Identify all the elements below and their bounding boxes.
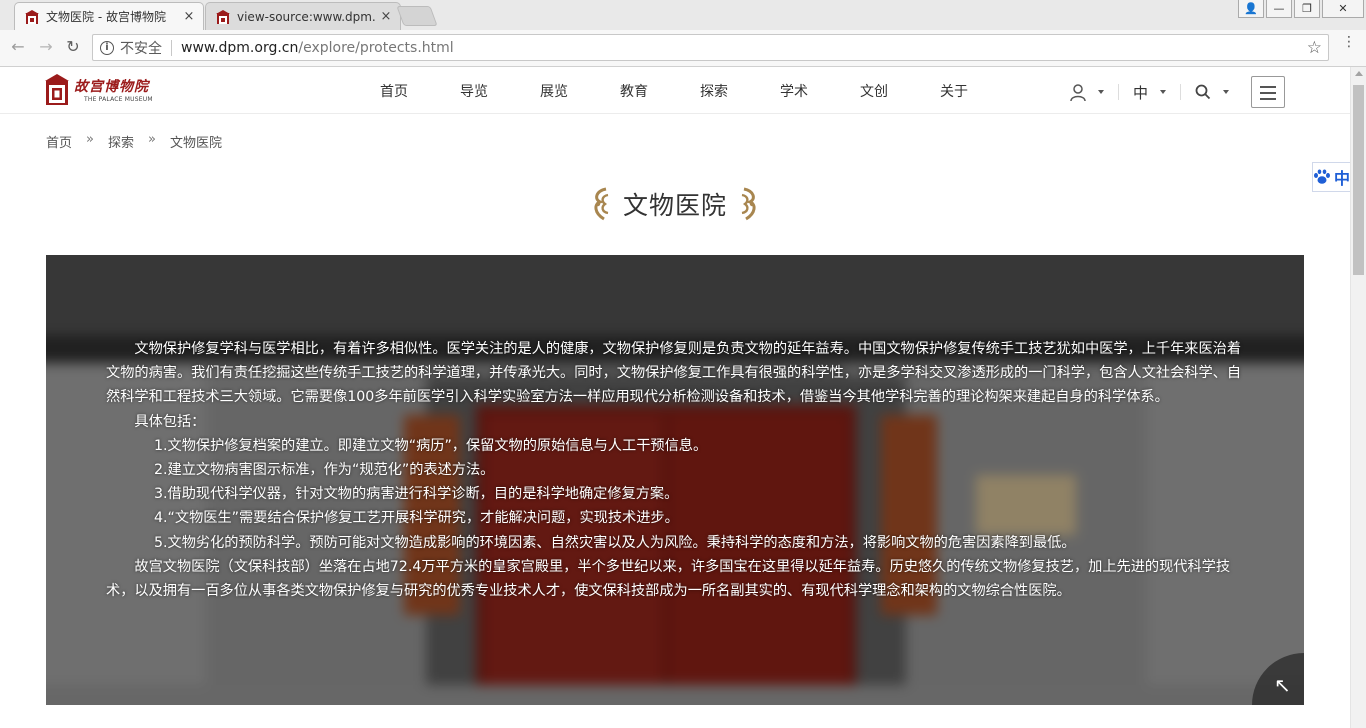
- palace-favicon-icon: [216, 9, 230, 24]
- restore-button[interactable]: ❐: [1294, 0, 1320, 18]
- scroll-up-icon[interactable]: [1355, 71, 1363, 76]
- header-tools: 中: [1070, 76, 1286, 108]
- language-menu[interactable]: 中: [1133, 82, 1167, 103]
- url-host: www.dpm.org.cn: [181, 39, 299, 56]
- chevron-down-icon: [1223, 90, 1230, 94]
- list-item: 3.借助现代科学仪器，针对文物的病害进行科学诊断，目的是科学地确定修复方案。: [154, 486, 679, 503]
- browser-menu-icon[interactable]: ⋮: [1342, 35, 1356, 49]
- palace-favicon-icon: [25, 9, 39, 24]
- chevron-down-icon: [1098, 90, 1104, 94]
- side-tab-label: 中: [1333, 169, 1350, 188]
- hamburger-menu-button[interactable]: [1251, 76, 1286, 108]
- closing-paragraph: 故宫文物医院（文保科技部）坐落在占地72.4万平方米的皇家宫殿里，半个多世纪以来…: [106, 558, 1231, 600]
- page-title: 文物医院: [622, 191, 727, 220]
- tab-active[interactable]: 文物医院 - 故宫博物院 ×: [14, 2, 204, 30]
- breadcrumb-explore[interactable]: 探索: [108, 132, 134, 151]
- palace-seal-icon: [45, 74, 69, 105]
- tab-view-source[interactable]: view-source:www.dpm. ×: [205, 2, 401, 30]
- intro-paragraph: 文物保护修复学科与医学相比，有着许多相似性。医学关注的是人的健康，文物保护修复则…: [106, 341, 1242, 406]
- breadcrumb: 首页 » 探索 » 文物医院: [46, 132, 222, 151]
- list-item: 2.建立文物病害图示标准，作为“规范化”的表述方法。: [154, 462, 495, 479]
- breadcrumb-home[interactable]: 首页: [46, 132, 72, 151]
- tab-title: 文物医院 - 故宫博物院: [46, 10, 166, 24]
- search-icon: [1195, 84, 1211, 100]
- minimize-button[interactable]: —: [1266, 0, 1292, 18]
- page-viewport: 故宫博物院 THE PALACE MUSEUM 首页 导览 展览 教育 探索 学…: [0, 67, 1350, 728]
- tab-close-icon[interactable]: ×: [181, 9, 197, 24]
- user-icon: 👤: [1244, 2, 1258, 15]
- bookmark-star-icon[interactable]: ☆: [1307, 38, 1322, 58]
- forward-button[interactable]: →: [36, 37, 56, 56]
- reload-icon: ↻: [66, 37, 80, 56]
- reload-button[interactable]: ↻: [63, 37, 83, 56]
- close-icon: ✕: [1338, 2, 1348, 15]
- right-ornament-icon: [741, 187, 756, 221]
- tab-title: view-source:www.dpm.: [237, 9, 376, 24]
- search-menu[interactable]: [1195, 84, 1230, 100]
- list-item: 4.“文物医生”需要结合保护修复工艺开展科学研究，才能解决问题，实现技术进步。: [154, 510, 679, 527]
- tab-strip: 文物医院 - 故宫博物院 × view-source:www.dpm. × 👤 …: [0, 0, 1366, 30]
- breadcrumb-separator: »: [148, 132, 156, 147]
- scrollbar-thumb[interactable]: [1353, 85, 1364, 275]
- site-header: 故宫博物院 THE PALACE MUSEUM 首页 导览 展览 教育 探索 学…: [0, 67, 1350, 114]
- nav-item-academic[interactable]: 学术: [780, 81, 860, 101]
- main-nav: 首页 导览 展览 教育 探索 学术 文创 关于: [380, 81, 1020, 101]
- logo-text-cn: 故宫博物院: [74, 79, 149, 95]
- url-path: /explore/protects.html: [298, 39, 454, 56]
- arrow-up-left-icon: ↖: [1274, 673, 1291, 697]
- logo-text-en: THE PALACE MUSEUM: [84, 96, 153, 103]
- nav-item-explore[interactable]: 探索: [700, 81, 780, 101]
- nav-item-education[interactable]: 教育: [620, 81, 700, 101]
- browser-toolbar: ← → ↻ i 不安全 www.dpm.org.cn /explore/prot…: [0, 30, 1366, 67]
- nav-item-guide[interactable]: 导览: [460, 81, 540, 101]
- hero-text: 文物保护修复学科与医学相比，有着许多相似性。医学关注的是人的健康，文物保护修复则…: [106, 337, 1246, 603]
- list-item: 5.文物劣化的预防科学。预防可能对文物造成影响的环境因素、自然灾害以及人为风险。…: [154, 534, 1076, 551]
- chevron-down-icon: [1160, 90, 1167, 94]
- breadcrumb-separator: »: [86, 132, 94, 147]
- left-ornament-icon: [594, 187, 609, 221]
- address-divider: [171, 39, 172, 56]
- page-scrollbar[interactable]: [1350, 67, 1366, 728]
- minimize-icon: —: [1273, 2, 1285, 15]
- includes-label: 具体包括：: [134, 413, 206, 430]
- profile-button[interactable]: 👤: [1238, 0, 1264, 18]
- header-divider: [1118, 84, 1119, 100]
- nav-item-creative[interactable]: 文创: [860, 81, 940, 101]
- tab-close-icon[interactable]: ×: [378, 9, 394, 24]
- window-close-button[interactable]: ✕: [1322, 0, 1364, 18]
- breadcrumb-current: 文物医院: [169, 136, 222, 151]
- paw-icon: [1313, 169, 1330, 184]
- forward-arrow-icon: →: [39, 37, 53, 56]
- new-tab-button[interactable]: [396, 6, 438, 26]
- nav-item-about[interactable]: 关于: [940, 81, 1020, 101]
- nav-item-exhibitions[interactable]: 展览: [540, 81, 620, 101]
- list-item: 1.文物保护修复档案的建立。即建立文物“病历”，保留文物的原始信息与人工干预信息…: [154, 437, 708, 454]
- back-button[interactable]: ←: [8, 37, 28, 56]
- security-label: 不安全: [120, 40, 162, 57]
- address-bar[interactable]: i 不安全 www.dpm.org.cn /explore/protects.h…: [92, 34, 1329, 61]
- account-menu[interactable]: [1070, 83, 1104, 101]
- info-icon[interactable]: i: [100, 40, 114, 55]
- page-title-block: 文物医院: [590, 184, 760, 224]
- restore-icon: ❐: [1302, 2, 1312, 15]
- language-label: 中: [1133, 83, 1149, 102]
- user-icon: [1070, 83, 1086, 101]
- nav-item-home[interactable]: 首页: [380, 81, 460, 101]
- side-translate-tab[interactable]: 中: [1312, 162, 1350, 192]
- site-logo[interactable]: 故宫博物院 THE PALACE MUSEUM: [44, 73, 164, 111]
- hamburger-icon: [1260, 86, 1277, 88]
- header-divider: [1180, 84, 1182, 100]
- hero-panel: 文物保护修复学科与医学相比，有着许多相似性。医学关注的是人的健康，文物保护修复则…: [46, 255, 1304, 705]
- browser-chrome: 文物医院 - 故宫博物院 × view-source:www.dpm. × 👤 …: [0, 0, 1366, 67]
- back-arrow-icon: ←: [11, 37, 25, 56]
